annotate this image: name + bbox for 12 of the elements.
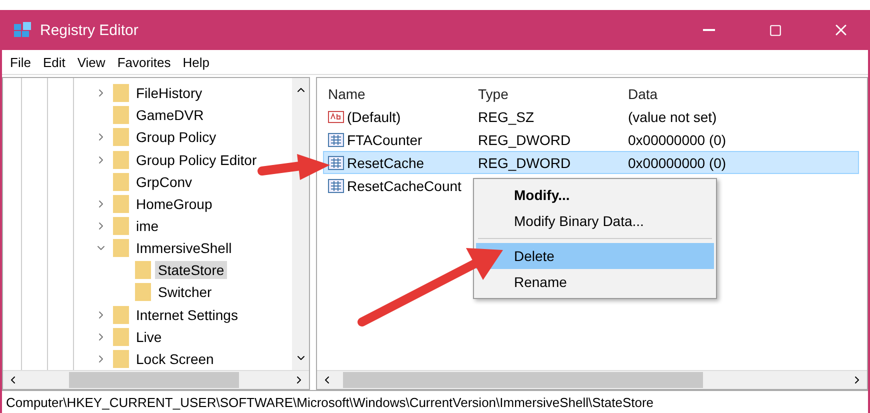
window-title: Registry Editor (40, 22, 140, 38)
value-name: ResetCache (347, 154, 424, 170)
value-data: (value not set) (627, 108, 717, 124)
value-name: (Default) (347, 108, 401, 124)
value-type: REG_SZ (477, 108, 536, 124)
registry-path: Computer\HKEY_CURRENT_USER\SOFTWARE\Microsoft\Windows\CurrentVersion\ImmersiveShell\StateStore (6, 394, 654, 410)
value-data: 0x00000000 (0) (627, 154, 728, 170)
value-type: REG_DWORD (477, 132, 572, 148)
value-name: ResetCacheCount (347, 178, 462, 194)
value-type: REG_DWORD (477, 154, 572, 170)
value-data: 0x00000000 (0) (627, 132, 726, 148)
value-name: FTACounter (347, 132, 422, 148)
